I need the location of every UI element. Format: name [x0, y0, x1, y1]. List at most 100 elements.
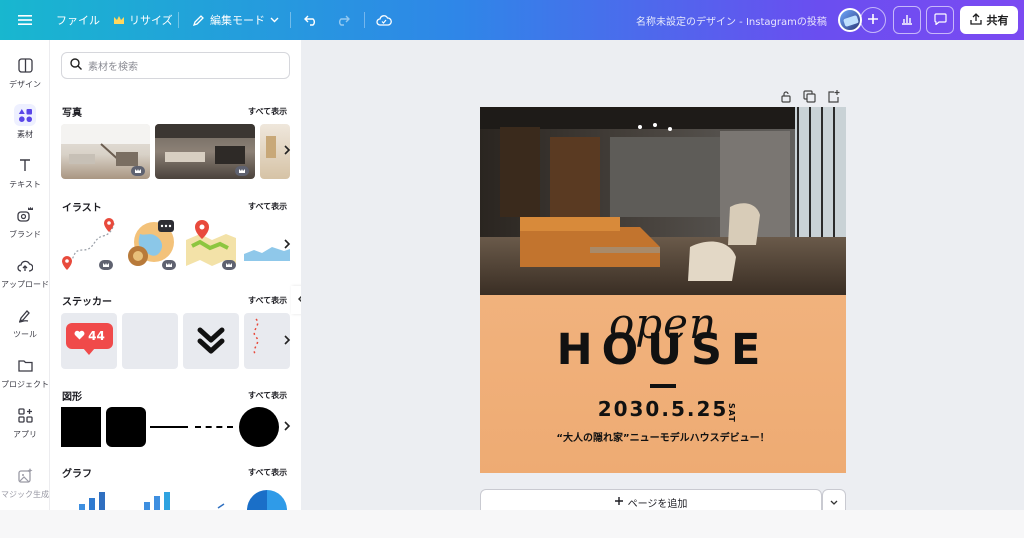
- cloud-save-status[interactable]: [376, 0, 392, 40]
- illust-map-pin[interactable]: [182, 216, 240, 272]
- search-icon: [70, 58, 82, 73]
- heart-icon: [74, 329, 85, 343]
- illust-route-map[interactable]: [61, 216, 119, 272]
- upload-icon: [14, 254, 36, 276]
- text-icon: [14, 154, 36, 176]
- comment-button[interactable]: [926, 6, 954, 34]
- shape-dashed-line[interactable]: [195, 426, 233, 428]
- premium-badge: [235, 166, 249, 176]
- file-menu-label: ファイル: [56, 14, 100, 27]
- shapes-title: 図形: [62, 392, 82, 403]
- event-date[interactable]: 2030.5.25: [480, 397, 846, 421]
- illust-next-button[interactable]: [280, 238, 294, 252]
- add-page-label: ページを追加: [627, 499, 688, 510]
- add-page-icon[interactable]: [827, 88, 840, 107]
- search-placeholder: 素材を検索: [88, 62, 138, 73]
- photos-next-button[interactable]: [280, 144, 294, 158]
- design-page[interactable]: open HOUSE 2030.5.25 SAT “大人の隠れ家”ニューモデルハ…: [480, 107, 846, 473]
- nav-magic[interactable]: マジック生成: [0, 464, 50, 500]
- chevron-right-icon: [283, 420, 291, 434]
- nav-projects[interactable]: プロジェクト: [0, 354, 50, 390]
- title-divider: [650, 384, 676, 388]
- nav-design[interactable]: デザイン: [0, 54, 50, 90]
- graph-bar-thumb[interactable]: [130, 488, 186, 510]
- event-day[interactable]: SAT: [727, 403, 736, 423]
- avatar[interactable]: [838, 8, 862, 32]
- shapes-see-all[interactable]: すべて表示: [248, 390, 287, 401]
- nav-apps[interactable]: アプリ: [0, 404, 50, 440]
- photos-title: 写真: [62, 108, 82, 119]
- add-collaborator-button[interactable]: [860, 7, 886, 33]
- graph-line-thumb[interactable]: [200, 488, 240, 510]
- photo-thumb[interactable]: [61, 124, 150, 179]
- bar-chart-icon: [901, 13, 913, 28]
- nav-apps-label: アプリ: [13, 430, 37, 439]
- photo-thumb[interactable]: [155, 124, 255, 179]
- sticker-like-counter[interactable]: 44: [61, 313, 117, 369]
- top-bar: ファイル リサイズ 編集モード 名称未設定のデザイン - Instagramの投…: [0, 0, 1024, 40]
- shapes-next-button[interactable]: [280, 420, 294, 434]
- brand-icon: [14, 204, 36, 226]
- share-button[interactable]: 共有: [960, 6, 1018, 34]
- magic-icon: [14, 464, 36, 486]
- elements-icon: [14, 104, 36, 126]
- divider: [178, 12, 179, 28]
- sticker-chevrons[interactable]: [183, 313, 239, 369]
- sticker-see-all[interactable]: すべて表示: [248, 295, 287, 306]
- lock-icon[interactable]: [780, 88, 792, 107]
- nav-brand-label: ブランド: [9, 230, 41, 239]
- page-toolbar: [780, 88, 840, 107]
- crown-icon: [114, 16, 124, 24]
- graph-bar-thumb[interactable]: [61, 488, 117, 510]
- nav-text[interactable]: テキスト: [0, 154, 50, 190]
- chevron-right-icon: [283, 144, 291, 158]
- redo-icon: [336, 14, 350, 26]
- house-heading[interactable]: HOUSE: [480, 325, 846, 375]
- left-nav: デザイン 素材 テキスト ブランド アップロード ツール プロジェクト アプリ …: [0, 40, 50, 510]
- illust-see-all[interactable]: すべて表示: [248, 201, 287, 212]
- file-menu[interactable]: ファイル: [56, 0, 100, 40]
- shape-circle[interactable]: [239, 407, 279, 447]
- graph-pie-thumb[interactable]: [247, 490, 287, 510]
- redo-button[interactable]: [336, 0, 350, 40]
- undo-icon: [304, 14, 318, 26]
- illust-world-travel[interactable]: [122, 216, 180, 272]
- shape-square[interactable]: [61, 407, 101, 447]
- illust-title: イラスト: [62, 203, 102, 214]
- resize-button[interactable]: リサイズ: [114, 0, 173, 40]
- chevron-down-icon: [270, 17, 279, 23]
- shape-rounded-square[interactable]: [106, 407, 146, 447]
- bottom-bar: [0, 510, 1024, 538]
- interior-photo[interactable]: [480, 107, 846, 295]
- nav-text-label: テキスト: [9, 180, 41, 189]
- photos-see-all[interactable]: すべて表示: [248, 106, 287, 117]
- draw-icon: [14, 304, 36, 326]
- nav-brand[interactable]: ブランド: [0, 204, 50, 240]
- graph-title: グラフ: [62, 469, 92, 480]
- nav-uploads[interactable]: アップロード: [0, 254, 50, 290]
- nav-elements[interactable]: 素材: [0, 104, 50, 140]
- comment-icon: [933, 12, 947, 28]
- share-label: 共有: [986, 14, 1009, 27]
- sticker-thumb[interactable]: [122, 313, 178, 369]
- menu-button[interactable]: [18, 0, 32, 40]
- insights-button[interactable]: [893, 6, 921, 34]
- resize-label: リサイズ: [129, 14, 173, 27]
- sticker-next-button[interactable]: [280, 334, 294, 348]
- pencil-icon: [192, 14, 205, 27]
- nav-tools-label: ツール: [13, 330, 37, 339]
- nav-magic-label: マジック生成: [1, 490, 49, 499]
- duplicate-icon[interactable]: [803, 88, 816, 107]
- shape-line[interactable]: [150, 426, 188, 428]
- graph-see-all[interactable]: すべて表示: [248, 467, 287, 478]
- plus-icon: [614, 497, 623, 508]
- document-title[interactable]: 名称未設定のデザイン - Instagramの投稿: [636, 0, 827, 40]
- undo-button[interactable]: [304, 0, 318, 40]
- nav-tools[interactable]: ツール: [0, 304, 50, 340]
- search-input[interactable]: 素材を検索: [61, 52, 290, 79]
- tagline[interactable]: “大人の隠れ家”ニューモデルハウスデビュー！: [480, 429, 846, 444]
- bubble-tail: [83, 348, 95, 355]
- divider: [290, 12, 291, 28]
- edit-mode-dropdown[interactable]: 編集モード: [192, 0, 279, 40]
- app-window: ファイル リサイズ 編集モード 名称未設定のデザイン - Instagramの投…: [0, 0, 1024, 538]
